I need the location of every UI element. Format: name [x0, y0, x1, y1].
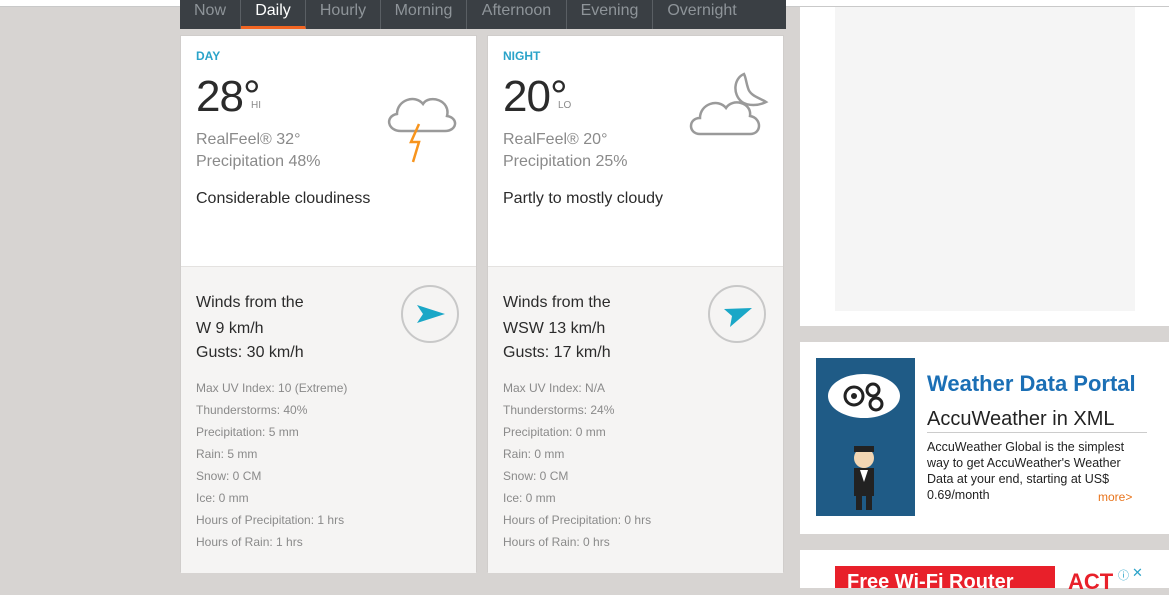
wind-compass-icon — [708, 285, 766, 343]
day-detail-thunder: Thunderstorms: 40% — [196, 403, 308, 417]
sidebar-ad-placeholder — [835, 7, 1135, 311]
night-wind-title: Winds from the — [503, 294, 611, 311]
night-wind: WSW 13 km/h — [503, 320, 606, 337]
night-detail-uv: Max UV Index: N/A — [503, 381, 606, 395]
day-detail-hours-rain: Hours of Rain: 1 hrs — [196, 535, 303, 549]
tab-overnight[interactable]: Overnight — [653, 0, 751, 29]
day-realfeel: RealFeel® 32° — [196, 131, 301, 148]
night-temperature: 20° — [503, 72, 568, 121]
night-detail-snow: Snow: 0 CM — [503, 469, 569, 483]
night-detail-hours-precip: Hours of Precipitation: 0 hrs — [503, 513, 652, 527]
tab-morning[interactable]: Morning — [381, 0, 467, 29]
tab-hourly[interactable]: Hourly — [306, 0, 381, 29]
day-precipitation: Precipitation 48% — [196, 153, 321, 170]
day-detail-precip: Precipitation: 5 mm — [196, 425, 299, 439]
ad2-text: Free Wi-Fi Router — [847, 571, 1014, 593]
night-detail-ice: Ice: 0 mm — [503, 491, 556, 505]
night-label: NIGHT — [503, 49, 541, 63]
day-gusts: Gusts: 30 km/h — [196, 344, 304, 361]
forecast-tabs: Now Daily Hourly Morning Afternoon Eveni… — [180, 0, 786, 29]
night-gusts: Gusts: 17 km/h — [503, 344, 611, 361]
night-forecast-card: NIGHT 20° LO RealFeel® 20° Precipitation… — [487, 35, 784, 573]
moon-cloud-icon — [689, 72, 769, 136]
night-detail-hours-rain: Hours of Rain: 0 hrs — [503, 535, 610, 549]
wifi-router-ad[interactable]: Free Wi-Fi Router ACT ⓘ ✕ — [800, 550, 1169, 594]
day-detail-uv: Max UV Index: 10 (Extreme) — [196, 381, 348, 395]
night-hilo: LO — [558, 100, 572, 111]
tab-evening[interactable]: Evening — [567, 0, 653, 29]
tab-afternoon[interactable]: Afternoon — [467, 0, 567, 29]
day-phrase: Considerable cloudiness — [196, 190, 371, 207]
ad-subtitle: AccuWeather in XML — [927, 408, 1115, 430]
ad-title: Weather Data Portal — [927, 371, 1136, 396]
day-detail-hours-precip: Hours of Precipitation: 1 hrs — [196, 513, 345, 527]
weather-data-portal-ad[interactable]: Weather Data Portal AccuWeather in XML A… — [800, 342, 1169, 534]
night-phrase: Partly to mostly cloudy — [503, 190, 664, 207]
night-detail-precip: Precipitation: 0 mm — [503, 425, 606, 439]
ad-more-link[interactable]: more> — [1098, 490, 1132, 504]
day-temperature: 28° — [196, 72, 261, 121]
wind-compass-icon — [401, 285, 459, 343]
night-precipitation: Precipitation 25% — [503, 153, 628, 170]
night-detail-thunder: Thunderstorms: 24% — [503, 403, 615, 417]
tab-daily[interactable]: Daily — [241, 0, 306, 29]
day-detail-rain: Rain: 5 mm — [196, 447, 258, 461]
night-detail-rain: Rain: 0 mm — [503, 447, 565, 461]
ad-divider — [927, 432, 1147, 433]
day-detail-ice: Ice: 0 mm — [196, 491, 249, 505]
day-wind: W 9 km/h — [196, 320, 264, 337]
tab-now[interactable]: Now — [180, 0, 241, 29]
night-details-panel: Winds from the WSW 13 km/h Gusts: 17 km/… — [488, 266, 783, 573]
day-details-panel: Winds from the W 9 km/h Gusts: 30 km/h M… — [181, 266, 476, 573]
ad-info-icon[interactable]: ⓘ — [1118, 567, 1129, 583]
day-hilo: HI — [251, 100, 261, 111]
ad-close-icon[interactable]: ✕ — [1132, 565, 1143, 581]
night-realfeel: RealFeel® 20° — [503, 131, 608, 148]
day-label: DAY — [196, 49, 221, 63]
day-forecast-card: DAY 28° HI RealFeel® 32° Precipitation 4… — [180, 35, 477, 573]
ad2-logo: ACT — [1068, 569, 1114, 594]
day-wind-title: Winds from the — [196, 294, 304, 311]
day-detail-snow: Snow: 0 CM — [196, 469, 262, 483]
ad-illustration — [816, 358, 915, 516]
thunder-cloud-icon — [388, 97, 457, 163]
